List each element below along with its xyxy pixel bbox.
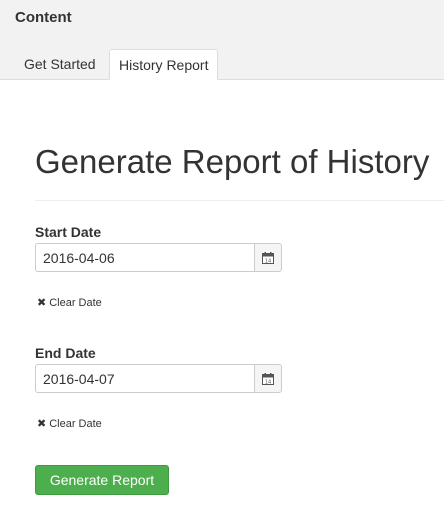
section-title: Content xyxy=(15,9,72,26)
end-date-calendar-button[interactable]: 14 xyxy=(254,364,282,393)
svg-text:14: 14 xyxy=(265,258,271,264)
top-bar: Content Get Started History Report xyxy=(0,0,444,80)
calendar-icon: 14 xyxy=(262,372,274,385)
calendar-icon: 14 xyxy=(262,251,274,264)
clear-date-label: Clear Date xyxy=(49,418,102,430)
close-icon: ✖ xyxy=(37,418,47,430)
page-title: Generate Report of History xyxy=(35,143,430,180)
svg-text:14: 14 xyxy=(265,379,271,385)
end-date-label: End Date xyxy=(35,345,96,361)
clear-date-label: Clear Date xyxy=(49,297,102,309)
end-date-input[interactable] xyxy=(35,364,255,393)
tab-get-started[interactable]: Get Started xyxy=(15,49,105,80)
generate-report-button[interactable]: Generate Report xyxy=(35,465,169,495)
start-date-calendar-button[interactable]: 14 xyxy=(254,243,282,272)
close-icon: ✖ xyxy=(37,297,47,309)
tab-history-report[interactable]: History Report xyxy=(109,49,219,80)
end-date-clear-link[interactable]: ✖ Clear Date xyxy=(37,417,102,430)
start-date-input[interactable] xyxy=(35,243,255,272)
start-date-clear-link[interactable]: ✖ Clear Date xyxy=(37,296,102,309)
start-date-label: Start Date xyxy=(35,224,102,240)
heading-divider xyxy=(35,200,444,201)
